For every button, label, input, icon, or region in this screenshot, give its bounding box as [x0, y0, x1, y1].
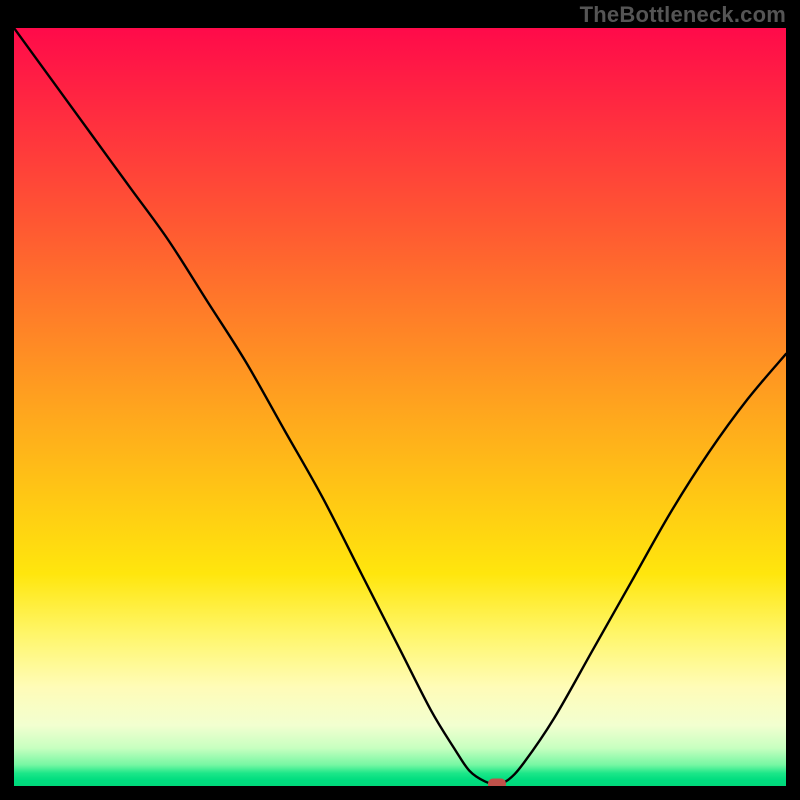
watermark-text: TheBottleneck.com — [580, 2, 786, 28]
curve-path — [14, 28, 786, 784]
optimal-point-marker — [488, 778, 506, 786]
bottleneck-curve — [14, 28, 786, 786]
plot-area — [14, 28, 786, 786]
chart-frame: TheBottleneck.com — [0, 0, 800, 800]
